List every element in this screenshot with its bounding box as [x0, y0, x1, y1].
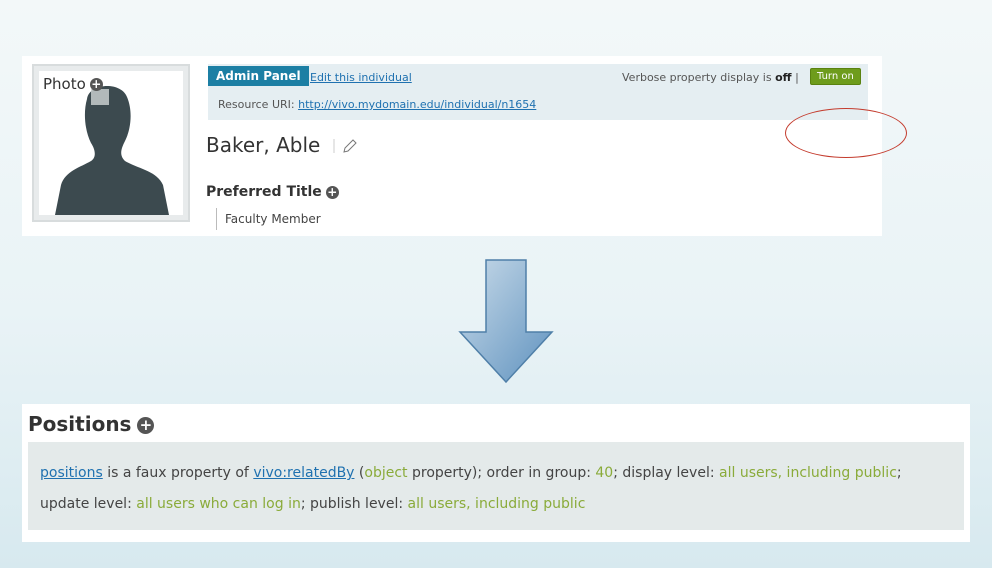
- photo-label: Photo +: [43, 75, 103, 93]
- admin-panel-badge: Admin Panel: [208, 66, 309, 86]
- info-text-1: is a faux property of: [102, 465, 254, 481]
- info-text-4: ; display level:: [613, 465, 720, 481]
- down-arrow-icon: [458, 259, 554, 384]
- preferred-title-heading: Preferred Title +: [206, 184, 339, 200]
- preferred-title-value: Faculty Member: [216, 208, 321, 230]
- positions-heading-text: Positions: [28, 412, 132, 436]
- verbose-separator: |: [795, 71, 799, 84]
- add-preferred-title-icon[interactable]: +: [325, 185, 339, 199]
- preferred-title-label: Preferred Title: [206, 184, 322, 200]
- order-in-group-value: 40: [595, 465, 614, 481]
- add-photo-icon[interactable]: +: [89, 78, 103, 91]
- highlight-circle: [785, 108, 907, 158]
- edit-individual-link[interactable]: Edit this individual: [310, 71, 412, 84]
- positions-heading: Positions +: [28, 412, 155, 436]
- edit-name-pencil-icon[interactable]: [332, 136, 360, 156]
- publish-level-value: all users, including public: [407, 496, 586, 512]
- photo-frame: Photo +: [32, 64, 190, 222]
- info-text-3: property); order in group:: [407, 465, 596, 481]
- add-position-icon[interactable]: +: [137, 417, 155, 434]
- positions-card: Positions + positions is a faux property …: [22, 404, 970, 542]
- property-type: object: [364, 465, 408, 481]
- resource-uri-link[interactable]: http://vivo.mydomain.edu/individual/n165…: [298, 98, 536, 111]
- profile-card: Photo + Admin Panel Edit this individual …: [22, 56, 907, 236]
- photo-placeholder: Photo +: [39, 71, 183, 215]
- base-property-link[interactable]: vivo:relatedBy: [253, 465, 354, 481]
- photo-label-text: Photo: [43, 75, 86, 93]
- property-info-box: positions is a faux property of vivo:rel…: [28, 442, 964, 530]
- positions-property-link[interactable]: positions: [40, 465, 103, 481]
- verbose-prefix: Verbose property display is: [622, 71, 772, 84]
- admin-bar: Admin Panel Edit this individual Verbose…: [208, 64, 868, 120]
- verbose-state: off: [775, 71, 792, 84]
- update-level-value: all users who can log in: [136, 496, 301, 512]
- display-level-value: all users, including public: [719, 465, 897, 481]
- verbose-display-status: Verbose property display is off |: [622, 71, 799, 84]
- turn-on-button[interactable]: Turn on: [810, 68, 861, 85]
- resource-uri: Resource URI: http://vivo.mydomain.edu/i…: [218, 98, 536, 111]
- individual-name: Baker, Able: [206, 133, 321, 157]
- info-text-2: (: [354, 465, 365, 481]
- info-text-6: ; publish level:: [300, 496, 408, 512]
- resource-uri-label: Resource URI:: [218, 98, 295, 111]
